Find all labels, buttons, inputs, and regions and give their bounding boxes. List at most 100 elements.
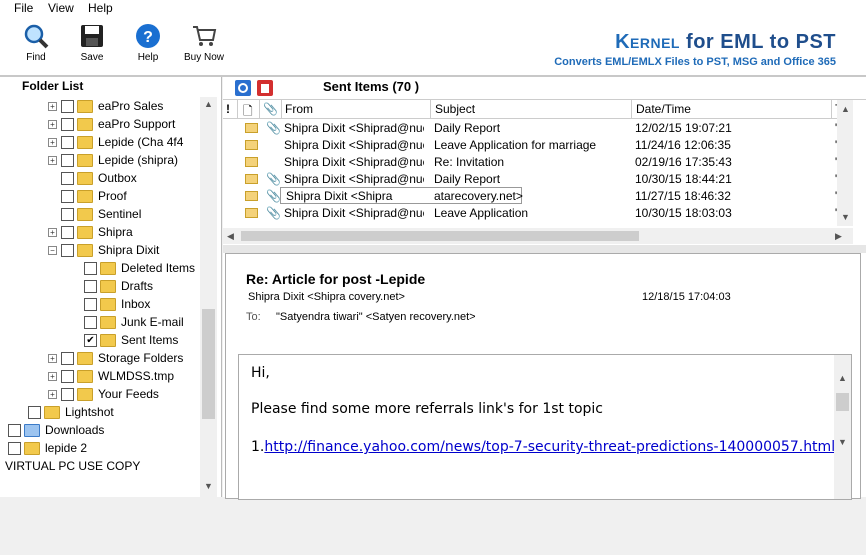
folder-item-outbox[interactable]: Outbox	[61, 171, 137, 189]
folder-item-junk-email[interactable]: Junk E-mail	[84, 315, 184, 333]
folder-checkbox[interactable]	[61, 244, 74, 258]
folder-item-deleted-items[interactable]: Deleted Items	[84, 261, 195, 279]
folder-item-eapro-sales[interactable]: + eaPro Sales	[48, 99, 163, 117]
folder-checkbox[interactable]	[61, 172, 74, 186]
folder-tree: + eaPro Sales + eaPro Support + Lepide (Cha…	[0, 97, 200, 555]
folder-checkbox[interactable]	[84, 262, 97, 276]
shopping-cart-icon	[191, 23, 217, 49]
scroll-down-arrow-icon[interactable]: ▼	[841, 212, 850, 222]
folder-checkbox[interactable]	[61, 154, 74, 168]
folder-checkbox[interactable]	[61, 208, 74, 222]
folder-checkbox[interactable]	[61, 388, 74, 402]
attachment-column-icon[interactable]: 📎	[263, 102, 278, 116]
datetime-column-header[interactable]: Date/Time	[636, 102, 691, 116]
pane-splitter[interactable]	[223, 245, 866, 253]
folder-item-eapro-support[interactable]: + eaPro Support	[48, 117, 175, 135]
save-button[interactable]: Save	[67, 23, 117, 63]
folder-label: WLMDSS.tmp	[98, 369, 175, 383]
scroll-left-arrow-icon[interactable]: ◀	[227, 231, 234, 242]
mail-row[interactable]: Shipra Dixit <Shiprad@nucl... Re: Invita…	[223, 153, 847, 170]
mail-row[interactable]: 📎 Shipra Dixit <Shipra atarecovery.net> …	[223, 187, 847, 204]
mail-row[interactable]: 📎 Shipra Dixit <Shiprad@nucl... Daily Re…	[223, 119, 847, 136]
scroll-down-arrow-icon[interactable]: ▼	[204, 481, 213, 491]
folder-item-storage-folders[interactable]: + Storage Folders	[48, 351, 183, 369]
message-body-scrollbar[interactable]: ▲ ▼	[834, 355, 851, 499]
menu-view[interactable]: View	[48, 1, 74, 15]
folder-item-proof[interactable]: Proof	[61, 189, 127, 207]
find-button[interactable]: Find	[11, 23, 61, 63]
mail-date: 10/30/15 18:44:21	[635, 172, 732, 186]
folder-item-downloads[interactable]: Downloads	[8, 423, 104, 441]
folder-item-sent-items[interactable]: ✔ Sent Items	[84, 333, 178, 351]
folder-list-scrollbar[interactable]: ▲ ▼	[200, 97, 217, 497]
folder-item-inbox[interactable]: Inbox	[84, 297, 150, 315]
folder-checkbox[interactable]	[61, 352, 74, 366]
sent-items-title: Sent Items (70 )	[323, 79, 420, 94]
folder-checkbox[interactable]	[8, 424, 21, 438]
stop-hand-icon[interactable]	[257, 80, 273, 99]
folder-checkbox[interactable]	[61, 118, 74, 132]
from-column-header[interactable]: From	[285, 102, 313, 116]
folder-checkbox[interactable]	[8, 442, 21, 456]
folder-checkbox[interactable]	[61, 100, 74, 114]
folder-checkbox[interactable]	[61, 190, 74, 204]
folder-checkbox[interactable]	[28, 406, 41, 420]
folder-item-lepide-cha[interactable]: + Lepide (Cha 4f4	[48, 135, 183, 153]
folder-item-lightshot[interactable]: Lightshot	[28, 405, 114, 423]
folder-item-sentinel[interactable]: Sentinel	[61, 207, 141, 225]
folder-list-pane: Folder List + eaPro Sales + eaPro Support …	[0, 77, 222, 497]
mail-row[interactable]: Shipra Dixit <Shiprad@nucl... Leave Appl…	[223, 136, 848, 153]
folder-checkbox[interactable]	[84, 298, 97, 312]
mail-list-horizontal-scrollbar[interactable]: ◀ ▶	[223, 228, 853, 244]
expand-icon[interactable]: +	[48, 102, 57, 112]
menu-help[interactable]: Help	[88, 1, 113, 15]
folder-checkbox-checked[interactable]: ✔	[84, 334, 97, 348]
folder-label: eaPro Support	[98, 117, 176, 131]
scroll-right-arrow-icon[interactable]: ▶	[835, 231, 842, 242]
expand-icon[interactable]: +	[48, 372, 57, 382]
buy-now-button[interactable]: Buy Now	[179, 23, 229, 63]
scrollbar-thumb[interactable]	[241, 231, 639, 241]
mail-from: Shipra Dixit <Shiprad@nucl...	[284, 206, 424, 220]
folder-item-wlmdss[interactable]: + WLMDSS.tmp	[48, 369, 174, 387]
expand-icon[interactable]: +	[48, 138, 57, 148]
mail-row[interactable]: 📎 Shipra Dixit <Shiprad@nucl... Leave Ap…	[223, 204, 848, 221]
importance-column-header[interactable]: !	[226, 102, 230, 116]
expand-icon[interactable]: +	[48, 390, 57, 400]
scroll-up-arrow-icon[interactable]: ▲	[838, 373, 847, 383]
expand-icon[interactable]: +	[48, 156, 57, 166]
message-link[interactable]: http://finance.yahoo.com/news/top-7-secu…	[264, 439, 835, 455]
folder-item-shipra[interactable]: + Shipra	[48, 225, 133, 243]
folder-item-virtual-pc[interactable]: VIRTUAL PC USE COPY	[5, 459, 140, 477]
folder-checkbox[interactable]	[61, 370, 74, 384]
mail-list-vertical-scrollbar[interactable]: ▲ ▼	[837, 100, 853, 226]
folder-item-lepide-2[interactable]: lepide 2	[8, 441, 87, 459]
folder-item-drafts[interactable]: Drafts	[84, 279, 153, 297]
scrollbar-thumb[interactable]	[202, 309, 215, 419]
menu-file[interactable]: File	[14, 1, 33, 15]
help-button[interactable]: ? Help	[123, 23, 173, 63]
folder-item-shipra-dixit[interactable]: − Shipra Dixit	[48, 243, 159, 261]
message-link-line: 1.http://finance.yahoo.com/news/top-7-se…	[251, 439, 835, 455]
scroll-up-arrow-icon[interactable]: ▲	[204, 99, 213, 109]
folder-checkbox[interactable]	[84, 280, 97, 294]
folder-checkbox[interactable]	[61, 226, 74, 240]
folder-icon	[24, 442, 40, 456]
scroll-up-arrow-icon[interactable]: ▲	[841, 104, 850, 114]
expand-icon[interactable]: +	[48, 228, 57, 238]
folder-checkbox[interactable]	[61, 136, 74, 150]
subject-column-header[interactable]: Subject	[435, 102, 475, 116]
expand-icon[interactable]: +	[48, 120, 57, 130]
message-body[interactable]: Hi, Please find some more referrals link…	[238, 354, 852, 500]
expand-icon[interactable]: +	[48, 354, 57, 364]
scrollbar-thumb[interactable]	[836, 393, 849, 411]
mail-row[interactable]: 📎 Shipra Dixit <Shiprad@nucl... Daily Re…	[223, 170, 847, 187]
folder-item-your-feeds[interactable]: + Your Feeds	[48, 387, 159, 405]
folder-label: VIRTUAL PC USE COPY	[5, 459, 141, 473]
refresh-icon[interactable]	[235, 80, 251, 99]
folder-item-lepide-shipra[interactable]: + Lepide (shipra)	[48, 153, 178, 171]
collapse-icon[interactable]: −	[48, 246, 57, 256]
folder-checkbox[interactable]	[84, 316, 97, 330]
scroll-down-arrow-icon[interactable]: ▼	[838, 437, 847, 447]
message-line: Please find some more referrals link's f…	[251, 401, 603, 417]
